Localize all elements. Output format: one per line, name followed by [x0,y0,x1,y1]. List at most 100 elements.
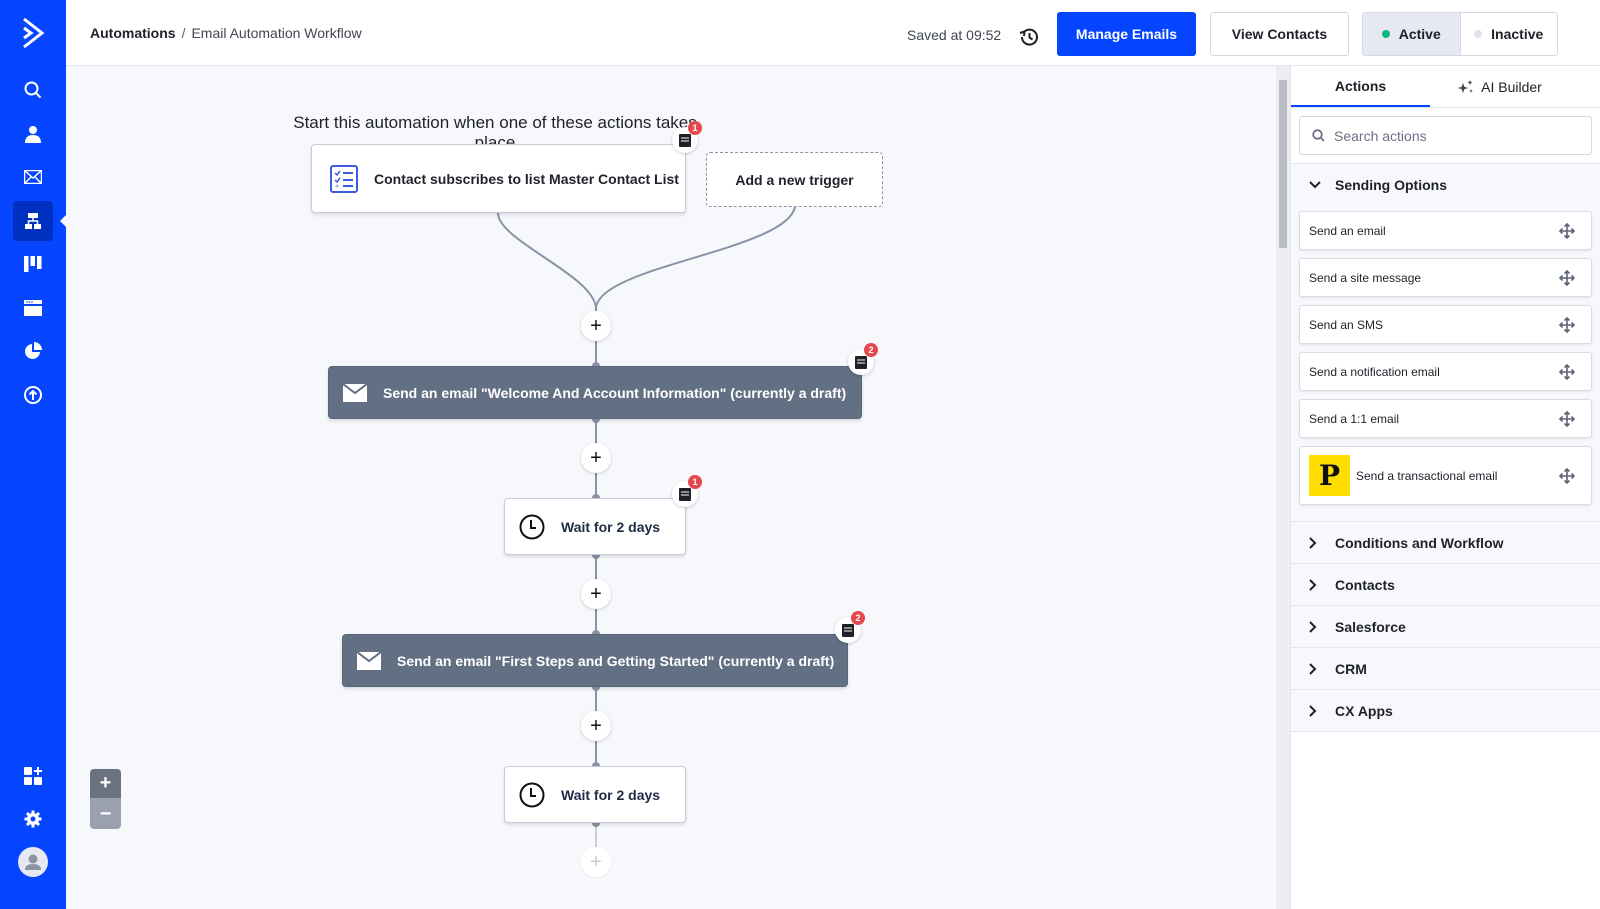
search-actions-field[interactable] [1299,116,1592,155]
email-step-label: Send an email "First Steps and Getting S… [397,652,835,669]
status-active-label: Active [1398,26,1441,42]
trigger-connector-left [497,212,597,310]
email-step-label: Send an email "Welcome And Account Infor… [383,384,847,401]
add-step-button[interactable]: + [581,579,611,609]
left-nav [0,0,67,909]
action-label: Send a notification email [1309,364,1440,379]
section-label: Salesforce [1335,618,1406,635]
breadcrumb-current: Email Automation Workflow [191,25,362,41]
add-step-button[interactable]: + [581,311,611,341]
section-salesforce: Salesforce [1291,605,1600,647]
zoom-in-button[interactable]: + [90,769,121,799]
wait-step-node[interactable]: Wait for 2 days [504,498,686,555]
envelope-icon [357,651,381,670]
section-header[interactable]: CX Apps [1291,690,1600,731]
section-conditions-workflow: Conditions and Workflow [1291,521,1600,563]
search-icon [1312,129,1325,142]
envelope-icon [24,170,42,184]
history-icon [1019,28,1038,46]
wait-step-label: Wait for 2 days [561,786,661,803]
action-send-sms[interactable]: Send an SMS [1299,305,1592,344]
breadcrumb-automations-link[interactable]: Automations [90,25,176,41]
chevron-right-icon [1309,578,1327,591]
nav-deals[interactable] [13,244,53,284]
notes-icon [679,487,691,501]
sparkle-icon [1457,79,1475,95]
trigger-connector-right [595,206,796,310]
nav-upgrade[interactable] [13,375,53,415]
tab-ai-builder-label: AI Builder [1481,78,1542,95]
action-label: Send a site message [1309,270,1422,285]
add-step-button[interactable]: + [581,847,611,877]
add-step-button[interactable]: + [581,711,611,741]
trigger-notes-badge[interactable]: 1 [672,121,702,153]
drag-handle-icon[interactable] [1559,410,1575,427]
clock-icon [519,782,545,808]
manage-emails-button[interactable]: Manage Emails [1057,12,1196,56]
section-crm: CRM [1291,647,1600,689]
nav-profile[interactable] [13,842,53,882]
step-notes-badge[interactable]: 1 [672,475,702,507]
nav-contacts[interactable] [13,114,53,154]
brand-logo[interactable] [0,0,66,66]
clock-icon [519,514,545,540]
section-contacts: Contacts [1291,563,1600,605]
zoom-out-button[interactable]: − [90,799,121,829]
drag-handle-icon[interactable] [1559,467,1575,484]
action-send-email[interactable]: Send an email [1299,211,1592,250]
tab-ai-builder[interactable]: AI Builder [1430,66,1569,107]
trigger-node[interactable]: Contact subscribes to list Master Contac… [311,144,686,213]
action-send-transactional-email[interactable]: P Send a transactional email [1299,446,1592,505]
action-send-site-message[interactable]: Send a site message [1299,258,1592,297]
nav-reports[interactable] [13,331,53,371]
action-label: Send a transactional email [1356,468,1498,483]
step-notes-badge[interactable]: 2 [848,343,878,375]
gear-icon [24,810,42,828]
wait-step-node[interactable]: Wait for 2 days [504,766,686,823]
email-step-node[interactable]: Send an email "First Steps and Getting S… [342,634,848,687]
section-header[interactable]: Contacts [1291,564,1600,605]
section-header[interactable]: CRM [1291,648,1600,689]
add-trigger-button[interactable]: Add a new trigger [706,152,883,207]
drag-handle-icon[interactable] [1559,269,1575,286]
history-button[interactable] [1018,26,1040,48]
nav-website[interactable] [13,288,53,328]
search-actions-input[interactable] [1334,127,1554,144]
sitemap-icon [25,213,41,229]
status-toggle: Active Inactive [1362,12,1558,56]
canvas-scrollbar[interactable] [1276,66,1290,909]
drag-handle-icon[interactable] [1559,222,1575,239]
chevron-right-icon [1309,662,1327,675]
tab-actions[interactable]: Actions [1291,66,1430,107]
step-notes-badge[interactable]: 2 [835,611,865,643]
drag-handle-icon[interactable] [1559,316,1575,333]
action-send-1-1-email[interactable]: Send a 1:1 email [1299,399,1592,438]
workflow-canvas[interactable]: Start this automation when one of these … [66,66,1276,909]
view-contacts-button[interactable]: View Contacts [1210,12,1349,56]
nav-apps[interactable] [13,756,53,796]
section-header[interactable]: Sending Options [1291,164,1600,205]
chevron-down-icon [1309,180,1327,189]
status-active-option[interactable]: Active [1363,13,1461,55]
notes-icon [855,355,867,369]
nav-search[interactable] [13,70,53,110]
breadcrumb: Automations / Email Automation Workflow [90,25,362,41]
add-step-button[interactable]: + [581,443,611,473]
drag-handle-icon[interactable] [1559,363,1575,380]
brand-chevron-icon [23,17,45,49]
actions-panel: Actions AI Builder Sending Options Send … [1290,66,1600,909]
nav-campaigns[interactable] [13,157,53,197]
nav-settings[interactable] [13,799,53,839]
section-label: Conditions and Workflow [1335,534,1504,551]
email-step-node[interactable]: Send an email "Welcome And Account Infor… [328,366,862,419]
action-send-notification-email[interactable]: Send a notification email [1299,352,1592,391]
section-sending-options: Sending Options Send an email Send a sit… [1291,163,1600,521]
nav-automations[interactable] [13,201,53,241]
scrollbar-thumb[interactable] [1279,80,1287,248]
section-header[interactable]: Conditions and Workflow [1291,522,1600,563]
action-list: Send an email Send a site message Send a… [1291,205,1600,521]
status-inactive-option[interactable]: Inactive [1461,13,1558,55]
apps-add-icon [24,767,42,785]
chevron-right-icon [1309,704,1327,717]
section-header[interactable]: Salesforce [1291,606,1600,647]
